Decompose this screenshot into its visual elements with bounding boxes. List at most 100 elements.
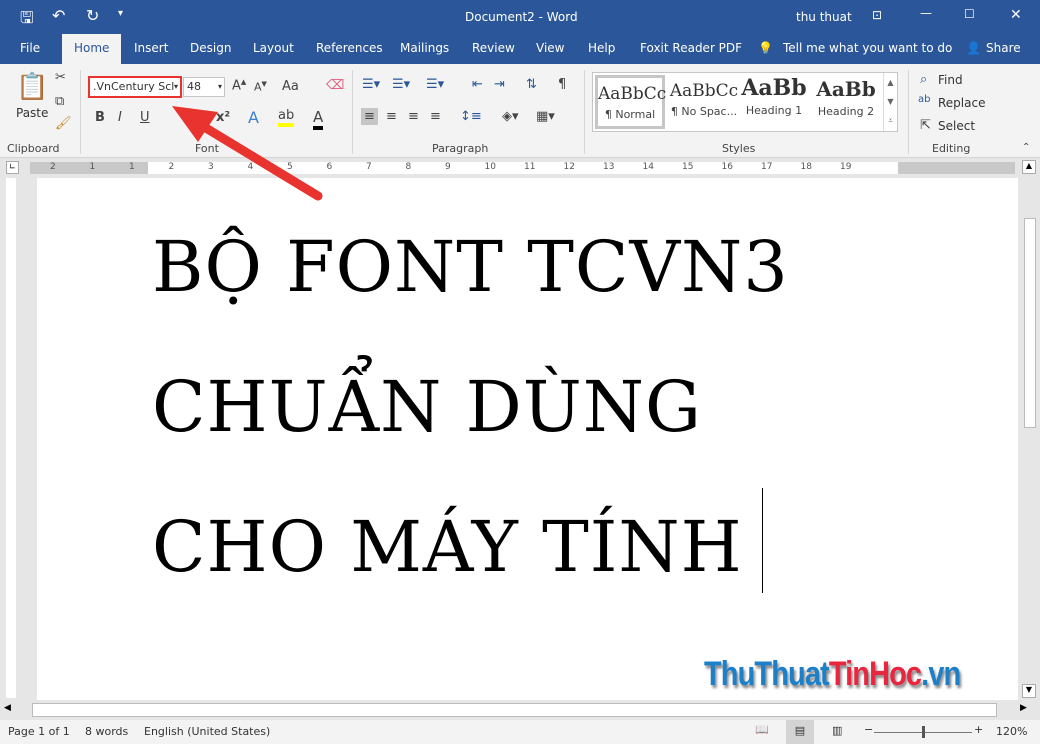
select-icon: ⇱	[920, 118, 931, 133]
increase-indent-icon[interactable]: ⇥	[494, 77, 505, 92]
maximize-icon[interactable]: ☐	[964, 7, 975, 21]
save-icon[interactable]: 🖫	[20, 7, 34, 34]
scroll-left-button[interactable]: ◀	[4, 703, 11, 713]
minimize-icon[interactable]: —	[920, 6, 932, 20]
ribbon-display-icon[interactable]: ⊡	[872, 8, 882, 22]
zoom-out-button[interactable]: −	[864, 723, 873, 736]
styles-group-label: Styles	[722, 142, 756, 155]
document-line-2[interactable]: CHUẨN DÙNG	[152, 366, 702, 448]
tab-home[interactable]: Home	[62, 34, 122, 64]
tab-review[interactable]: Review	[472, 41, 515, 55]
underline-button[interactable]: U	[140, 110, 150, 125]
read-mode-icon[interactable]: 📖	[755, 723, 769, 736]
text-effects-icon[interactable]: A	[248, 108, 259, 127]
share-button[interactable]: Share	[986, 41, 1021, 55]
customize-qat-icon[interactable]: ▾	[118, 8, 123, 19]
user-name[interactable]: thu thuat	[796, 10, 852, 24]
page-count[interactable]: Page 1 of 1	[8, 725, 70, 738]
shading-icon[interactable]: ◈▾	[502, 109, 519, 124]
styles-scroll[interactable]: ▲ ▼ ⩡	[883, 73, 897, 131]
change-case-button[interactable]: Aa	[282, 79, 299, 94]
language[interactable]: English (United States)	[144, 725, 270, 738]
share-icon[interactable]: 👤	[966, 41, 981, 55]
collapse-ribbon-icon[interactable]: ⌃	[1022, 142, 1030, 153]
print-layout-icon[interactable]: ▤	[786, 720, 814, 744]
tell-me-search[interactable]: Tell me what you want to do	[783, 41, 952, 55]
align-right-icon[interactable]: ≡	[408, 109, 419, 124]
zoom-level[interactable]: 120%	[996, 725, 1027, 738]
pilcrow-icon[interactable]: ¶	[558, 77, 566, 92]
tab-layout[interactable]: Layout	[253, 41, 294, 55]
font-group-label: Font	[195, 142, 219, 155]
numbering-icon[interactable]: ☰▾	[392, 77, 410, 92]
multilevel-icon[interactable]: ☰▾	[426, 77, 444, 92]
vertical-ruler[interactable]	[0, 178, 20, 698]
font-name-box[interactable]: .VnCentury Scl ▾	[88, 76, 182, 98]
ruler-number: 2	[50, 162, 56, 172]
ruler-number: 12	[563, 162, 575, 172]
tab-mailings[interactable]: Mailings	[400, 41, 449, 55]
style-name: ¶ Normal	[604, 108, 656, 121]
style-normal[interactable]: AaBbCc ¶ Normal	[595, 75, 666, 129]
tab-file[interactable]: File	[20, 41, 40, 55]
line-spacing-icon[interactable]: ↕≡	[460, 109, 482, 124]
shrink-font-icon[interactable]: A▼	[254, 80, 267, 94]
replace-button[interactable]: Replace	[938, 96, 985, 110]
ruler-number: 13	[603, 162, 615, 172]
justify-icon[interactable]: ≡	[430, 109, 441, 124]
horizontal-ruler[interactable]: ∟ 2 1 1 2 3 4 5 6 7 8 9 10 11 12 13 14 15 16 17 18 19 ▲	[0, 158, 1040, 178]
tab-view[interactable]: View	[536, 41, 564, 55]
scroll-down-button[interactable]: ▼	[1022, 684, 1036, 698]
scroll-thumb[interactable]	[1024, 218, 1036, 428]
bullets-icon[interactable]: ☰▾	[362, 77, 380, 92]
select-button[interactable]: Select	[938, 119, 975, 133]
undo-icon[interactable]: ↶	[52, 6, 65, 25]
find-button[interactable]: Find	[938, 73, 963, 87]
document-line-1[interactable]: BỘ FONT TCVN3	[152, 226, 789, 308]
zoom-slider-thumb[interactable]	[922, 726, 925, 738]
italic-button[interactable]: I	[118, 110, 122, 125]
close-icon[interactable]: ✕	[1010, 7, 1022, 23]
format-painter-icon[interactable]: 🖌	[55, 116, 72, 131]
word-count[interactable]: 8 words	[85, 725, 128, 738]
style-preview: AaBb	[816, 77, 876, 101]
ruler-number: 3	[208, 162, 214, 172]
grow-font-icon[interactable]: A▲	[232, 78, 246, 93]
borders-icon[interactable]: ▦▾	[536, 109, 555, 124]
font-color-icon[interactable]: A	[313, 108, 324, 130]
font-size-box[interactable]: 48 ▾	[183, 77, 225, 97]
paste-button[interactable]: Paste	[16, 106, 48, 120]
align-left-icon[interactable]: ≡	[361, 108, 378, 125]
align-center-icon[interactable]: ≡	[386, 109, 397, 124]
document-line-3[interactable]: CHO MÁY TÍNH	[152, 506, 743, 588]
web-layout-icon[interactable]: ▥	[832, 724, 842, 737]
sort-icon[interactable]: ⇅	[526, 77, 537, 92]
copy-icon[interactable]: ⧉	[55, 94, 64, 109]
bold-button[interactable]: B	[95, 110, 105, 125]
tab-selector[interactable]: ∟	[6, 161, 19, 174]
style-heading-1[interactable]: AaBb Heading 1	[739, 75, 809, 127]
ribbon: 📋 Paste ✂ ⧉ 🖌 Clipboard .VnCentury Scl ▾ …	[0, 64, 1040, 158]
vertical-scrollbar[interactable]: ▼	[1020, 178, 1040, 700]
tab-insert[interactable]: Insert	[134, 41, 168, 55]
style-heading-2[interactable]: AaBb Heading 2	[811, 77, 881, 129]
tab-foxit[interactable]: Foxit Reader PDF	[640, 41, 742, 55]
decrease-indent-icon[interactable]: ⇤	[472, 77, 483, 92]
scroll-up-button[interactable]: ▲	[1022, 160, 1036, 174]
style-no-spacing[interactable]: AaBbCc ¶ No Spac...	[669, 78, 739, 130]
cut-icon[interactable]: ✂	[55, 70, 66, 85]
ruler-number: 4	[247, 162, 254, 172]
scroll-right-button[interactable]: ▶	[1020, 703, 1027, 713]
paste-icon[interactable]: 📋	[16, 72, 48, 102]
clear-formatting-icon[interactable]: ⌫	[326, 78, 344, 93]
tab-help[interactable]: Help	[588, 41, 615, 55]
zoom-in-button[interactable]: +	[974, 723, 983, 736]
redo-icon[interactable]: ↻	[86, 6, 99, 25]
tab-design[interactable]: Design	[190, 41, 231, 55]
ruler-number: 17	[761, 162, 773, 172]
superscript-button[interactable]: x²	[216, 110, 230, 125]
highlight-icon[interactable]: ab	[278, 108, 295, 127]
h-scroll-thumb[interactable]	[32, 703, 997, 717]
horizontal-scrollbar[interactable]: ◀ ▶	[0, 700, 1040, 720]
tab-references[interactable]: References	[316, 41, 383, 55]
